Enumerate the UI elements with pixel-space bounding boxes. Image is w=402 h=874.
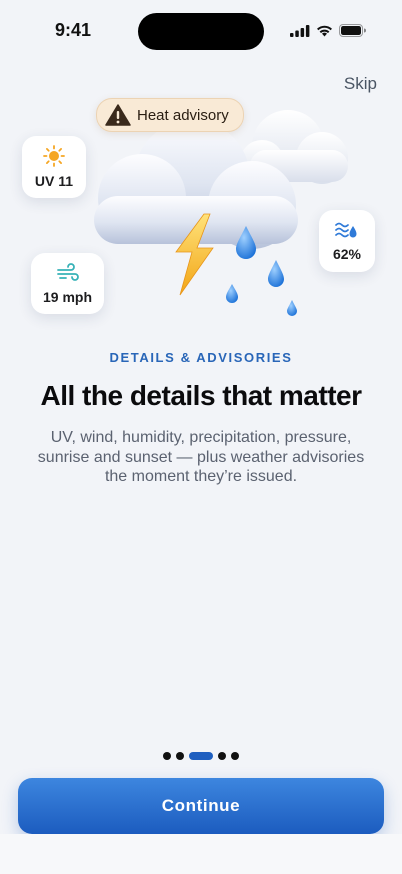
humidity-chip: 62% (319, 210, 375, 272)
status-time: 9:41 (55, 20, 92, 40)
uv-value: UV 11 (34, 173, 74, 189)
humidity-value: 62% (332, 246, 362, 262)
page-dot-4[interactable] (218, 752, 226, 760)
page-dot-1[interactable] (163, 752, 171, 760)
uv-chip: UV 11 (22, 136, 86, 198)
home-indicator-area (0, 834, 402, 874)
wifi-icon (317, 25, 332, 36)
page-dot-2[interactable] (176, 752, 184, 760)
wind-chip: 19 mph (31, 253, 104, 314)
humidity-icon (335, 222, 357, 238)
cellular-signal-icon (290, 24, 310, 37)
page-description: UV, wind, humidity, precipitation, press… (37, 429, 365, 485)
warning-icon (105, 104, 131, 126)
heat-advisory-badge: Heat advisory (96, 98, 244, 132)
page-dot-3-active[interactable] (189, 752, 213, 760)
wind-icon (56, 262, 79, 281)
status-bar: 9:41 (0, 0, 402, 60)
page-dot-5[interactable] (231, 752, 239, 760)
wind-value: 19 mph (42, 288, 92, 305)
status-icons (290, 24, 366, 37)
sun-icon (43, 145, 65, 167)
section-eyebrow: DETAILS & ADVISORIES (109, 350, 293, 365)
continue-button[interactable]: Continue (18, 778, 384, 834)
page-title: All the details that matter (40, 380, 362, 411)
page-indicator[interactable] (0, 752, 402, 760)
dynamic-island (138, 13, 264, 50)
heat-advisory-label: Heat advisory (137, 106, 229, 124)
battery-icon (339, 24, 366, 37)
